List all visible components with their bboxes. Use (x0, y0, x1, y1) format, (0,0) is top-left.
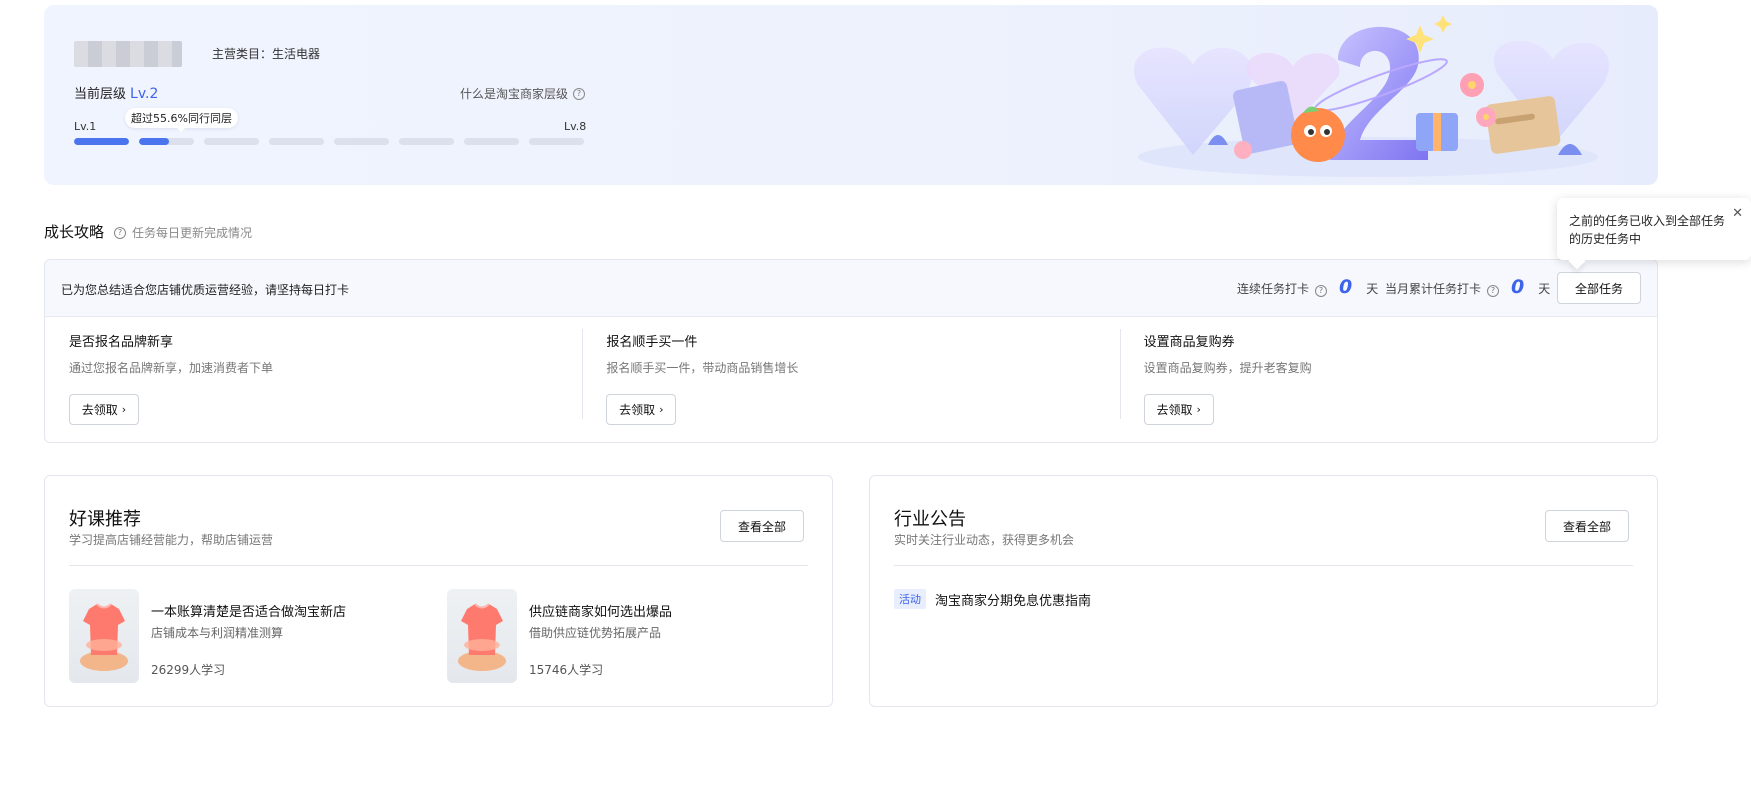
notice-item[interactable]: 活动 淘宝商家分期免息优惠指南 (894, 589, 1091, 609)
course-thumbnail[interactable] (447, 589, 517, 683)
task-title: 是否报名品牌新享 (69, 335, 174, 350)
course-desc: 店铺成本与利润精准测算 (151, 626, 284, 640)
card-subtitle: 实时关注行业动态，获得更多机会 (894, 533, 1075, 547)
growth-subtitle-text: 任务每日更新完成情况 (132, 226, 253, 240)
task-list: 是否报名品牌新享 通过您报名品牌新享，加速消费者下单 去领取 › 报名顺手买一件… (45, 317, 1657, 442)
shirt-icon (458, 603, 506, 671)
chevron-right-icon: › (121, 403, 127, 416)
course-learners: 15746人学习 (529, 663, 604, 677)
course-item[interactable]: 供应链商家如何选出爆品 借助供应链优势拓展产品 15746人学习 (447, 589, 787, 684)
growth-title: 成长攻略 (44, 223, 105, 241)
level-segment (529, 138, 584, 145)
current-level: 当前层级 Lv.2 (74, 83, 158, 102)
task-title: 报名顺手买一件 (606, 335, 698, 350)
claim-button-label[interactable]: 去领取 (1156, 401, 1192, 418)
level-progress-track (74, 138, 584, 145)
claim-button-label[interactable]: 去领取 (82, 401, 118, 418)
task-desc: 通过您报名品牌新享，加速消费者下单 (69, 361, 274, 375)
claim-button[interactable]: 去领取 › (606, 394, 677, 425)
shirt-icon (80, 603, 128, 671)
what-is-level-text[interactable]: 什么是淘宝商家层级 (460, 85, 568, 102)
course-desc: 借助供应链优势拓展产品 (529, 626, 662, 640)
level-segment-fill (139, 138, 170, 145)
task-item: 是否报名品牌新享 通过您报名品牌新享，加速消费者下单 去领取 › (45, 317, 582, 442)
level-segment (74, 138, 129, 145)
notice-text[interactable]: 淘宝商家分期免息优惠指南 (935, 590, 1091, 609)
course-title[interactable]: 供应链商家如何选出爆品 (529, 601, 672, 620)
course-title[interactable]: 一本账算清楚是否适合做淘宝新店 (151, 601, 346, 620)
level-illustration (1133, 15, 1610, 177)
card-title: 好课推荐 (69, 509, 141, 530)
level-segment-fill (74, 138, 129, 145)
divider (894, 565, 1633, 566)
card-subtitle: 学习提高店铺经营能力，帮助店铺运营 (69, 533, 274, 547)
streak-unit: 天 (1366, 282, 1379, 296)
course-recommend-card: 好课推荐 学习提高店铺经营能力，帮助店铺运营 查看全部 一本账算清楚是否适合做淘… (44, 475, 833, 707)
claim-button[interactable]: 去领取 › (1143, 394, 1214, 425)
chevron-right-icon: › (659, 403, 664, 416)
claim-button[interactable]: 去领取 › (69, 394, 139, 425)
month-counter: 当月累计任务打卡 ? 0 天 (1385, 276, 1550, 298)
level-max-label: Lv.8 (564, 120, 587, 133)
streak-label: 连续任务打卡 (1237, 282, 1310, 296)
progress-tooltip: 超过55.6%同行同层 (125, 108, 238, 132)
level-banner: 主营类目：生活电器 当前层级 Lv.2 什么是淘宝商家层级 ? Lv.1 Lv.8… (44, 5, 1658, 185)
task-desc: 设置商品复购券，提升老客复购 (1143, 361, 1312, 375)
streak-counter: 连续任务打卡 ? 0 天 (1237, 276, 1378, 298)
task-hint: 已为您总结适合您店铺优质运营经验，请坚持每日打卡 (61, 283, 350, 297)
level-segment (204, 138, 259, 145)
task-item: 报名顺手买一件 报名顺手买一件，带动商品销售增长 去领取 › (582, 317, 1119, 442)
industry-notice-card: 行业公告 实时关注行业动态，获得更多机会 查看全部 活动 淘宝商家分期免息优惠指… (869, 475, 1658, 707)
history-tasks-popover: 之前的任务已收入到全部任务的历史任务中 ✕ (1557, 198, 1751, 260)
course-learners: 26299人学习 (151, 663, 226, 677)
growth-task-card: 已为您总结适合您店铺优质运营经验，请坚持每日打卡 连续任务打卡 ? 0 天 当月… (44, 259, 1658, 443)
level-min-label: Lv.1 (74, 120, 97, 133)
help-icon[interactable]: ? (114, 226, 126, 239)
course-item[interactable]: 一本账算清楚是否适合做淘宝新店 店铺成本与利润精准测算 26299人学习 (69, 589, 409, 684)
help-icon[interactable]: ? (1487, 285, 1500, 297)
month-unit: 天 (1538, 282, 1551, 296)
view-all-button[interactable]: 查看全部 (720, 510, 804, 542)
course-thumbnail[interactable] (69, 589, 139, 683)
level-segment (464, 138, 519, 145)
main-category: 主营类目：生活电器 (212, 47, 321, 61)
task-item: 设置商品复购券 设置商品复购券，提升老客复购 去领取 › (1119, 317, 1657, 442)
task-desc: 报名顺手买一件，带动商品销售增长 (606, 361, 799, 375)
notice-tag: 活动 (894, 589, 926, 609)
task-title: 设置商品复购券 (1143, 335, 1235, 350)
growth-subtitle: ? 任务每日更新完成情况 (114, 224, 252, 241)
current-level-value: Lv.2 (130, 86, 159, 102)
streak-value: 0 (1339, 276, 1353, 298)
card-title: 行业公告 (894, 509, 966, 530)
what-is-level-link[interactable]: 什么是淘宝商家层级 ? (460, 85, 586, 102)
all-tasks-button[interactable]: 全部任务 (1557, 272, 1641, 304)
divider (69, 565, 808, 566)
help-icon[interactable]: ? (1315, 285, 1328, 297)
close-icon[interactable]: ✕ (1732, 206, 1743, 221)
level-segment (334, 138, 389, 145)
task-card-header: 已为您总结适合您店铺优质运营经验，请坚持每日打卡 连续任务打卡 ? 0 天 当月… (45, 260, 1657, 317)
level-segment (139, 138, 194, 145)
popover-text: 之前的任务已收入到全部任务的历史任务中 (1569, 214, 1726, 246)
view-all-button[interactable]: 查看全部 (1545, 510, 1629, 542)
chevron-right-icon: › (1196, 403, 1201, 416)
shop-name-masked (74, 41, 182, 67)
current-level-label: 当前层级 (74, 87, 127, 102)
claim-button-label[interactable]: 去领取 (619, 401, 655, 418)
level-segment (269, 138, 324, 145)
month-value: 0 (1511, 276, 1525, 298)
month-label: 当月累计任务打卡 (1385, 282, 1482, 296)
help-icon[interactable]: ? (573, 87, 586, 100)
level-segment (399, 138, 454, 145)
